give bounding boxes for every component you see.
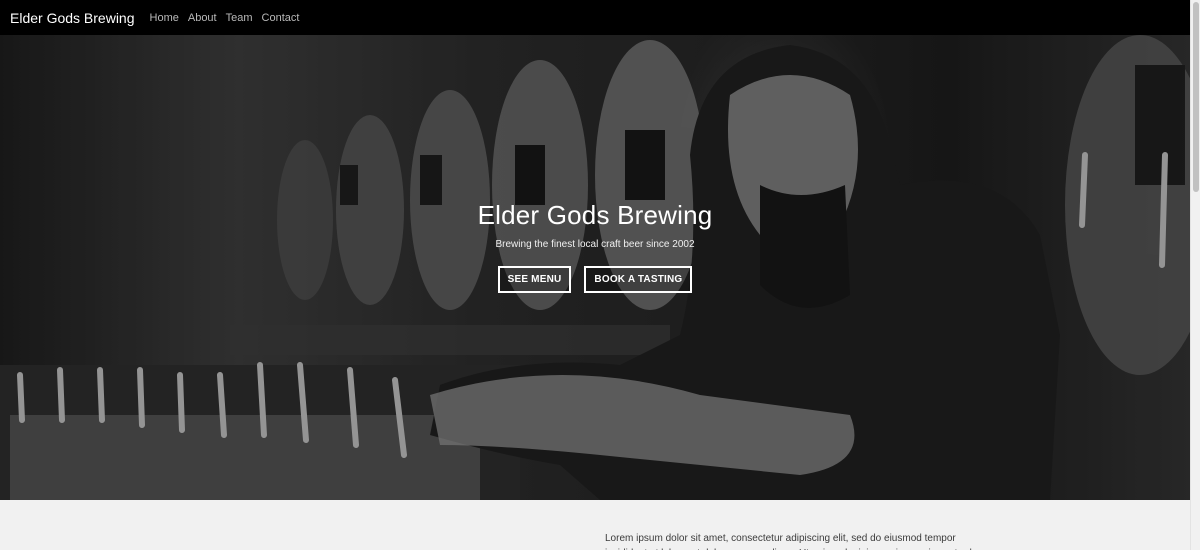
brand-link[interactable]: Elder Gods Brewing: [10, 10, 135, 26]
hero-content: Elder Gods Brewing Brewing the finest lo…: [0, 200, 1190, 293]
hero-button-row: SEE MENU BOOK A TASTING: [0, 266, 1190, 293]
nav-link-home[interactable]: Home: [150, 12, 179, 24]
book-tasting-button[interactable]: BOOK A TASTING: [584, 266, 693, 293]
nav-link-team[interactable]: Team: [226, 12, 253, 24]
see-menu-button[interactable]: SEE MENU: [497, 266, 572, 293]
hero-title: Elder Gods Brewing: [477, 200, 713, 230]
scrollbar-thumb[interactable]: [1193, 2, 1199, 192]
page-scrollbar[interactable]: [1190, 0, 1200, 550]
about-section: Lorem ipsum dolor sit amet, consectetur …: [0, 500, 1190, 550]
hero-section: Elder Gods Brewing Brewing the finest lo…: [0, 35, 1190, 500]
about-paragraph: Lorem ipsum dolor sit amet, consectetur …: [605, 533, 972, 550]
nav-link-contact[interactable]: Contact: [262, 12, 300, 24]
navbar: Elder Gods Brewing Home About Team Conta…: [0, 0, 1190, 35]
hero-subtitle: Brewing the finest local craft beer sinc…: [495, 239, 695, 250]
nav-link-about[interactable]: About: [188, 12, 217, 24]
